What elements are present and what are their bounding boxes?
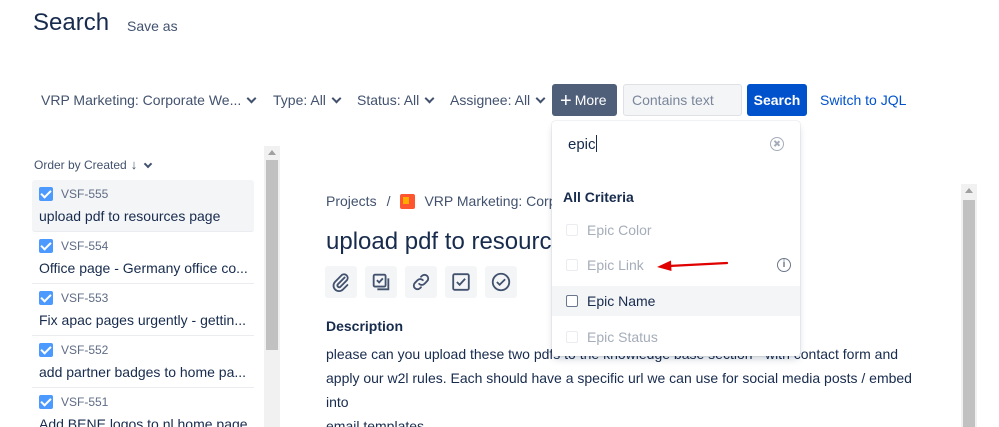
approve-button[interactable] — [485, 266, 517, 298]
scrollbar-thumb[interactable] — [266, 160, 278, 350]
chevron-down-icon — [246, 93, 257, 104]
option-checkbox[interactable] — [566, 259, 578, 271]
criteria-search-input[interactable]: epic — [568, 135, 768, 153]
link-icon — [412, 273, 430, 291]
add-checklist-button[interactable] — [445, 266, 477, 298]
issue-key: VSF-554 — [61, 239, 109, 253]
more-criteria-button[interactable]: + More — [552, 84, 617, 116]
scroll-up-arrow-icon[interactable] — [965, 188, 973, 193]
issue-key: VSF-553 — [61, 291, 109, 305]
checkbox-icon — [452, 273, 470, 291]
filter-bar: VRP Marketing: Corporate We... Type: All… — [0, 84, 999, 116]
task-type-icon — [39, 239, 53, 253]
type-filter[interactable]: Type: All — [273, 84, 342, 116]
criteria-option-epic-color[interactable]: Epic Color — [552, 215, 800, 245]
chevron-down-icon — [331, 93, 342, 104]
chevron-down-icon — [424, 93, 435, 104]
info-icon[interactable]: i — [777, 258, 791, 272]
criteria-dropdown: epic All Criteria Epic Color Epic Link i… — [552, 121, 800, 356]
issue-summary: add partner badges to home pa... — [39, 364, 247, 380]
issue-detail-scrollbar[interactable] — [961, 184, 977, 427]
page-title: Search — [33, 9, 110, 36]
option-checkbox[interactable] — [566, 224, 578, 236]
issue-list-item[interactable]: VSF-551 Add BENE logos to nl home page — [32, 388, 254, 427]
criteria-option-epic-name[interactable]: Epic Name — [552, 286, 800, 316]
arrow-down-icon: ↓ — [130, 157, 138, 172]
issue-key: VSF-555 — [61, 187, 109, 201]
check-circle-icon — [491, 272, 511, 292]
save-as-link[interactable]: Save as — [127, 18, 178, 34]
assignee-filter[interactable]: Assignee: All — [450, 84, 546, 116]
task-type-icon — [39, 343, 53, 357]
option-checkbox[interactable] — [566, 295, 578, 307]
description-label: Description — [326, 318, 404, 334]
issue-list-item[interactable]: VSF-554 Office page - Germany office co.… — [32, 232, 254, 284]
paperclip-icon — [332, 273, 349, 293]
issue-key: VSF-552 — [61, 343, 109, 357]
task-type-icon — [39, 187, 53, 201]
contains-text-input[interactable] — [623, 84, 742, 116]
attach-button[interactable] — [325, 266, 357, 298]
option-checkbox[interactable] — [566, 331, 578, 343]
clear-icon[interactable] — [770, 137, 784, 151]
issue-list-item[interactable]: VSF-555 upload pdf to resources page — [32, 180, 254, 232]
scroll-up-arrow-icon[interactable] — [268, 150, 276, 155]
task-type-icon — [39, 291, 53, 305]
project-avatar-icon — [400, 193, 416, 209]
annotation-arrow-icon — [657, 260, 729, 271]
text-caret — [595, 135, 597, 152]
issue-list-item[interactable]: VSF-552 add partner badges to home pa... — [32, 336, 254, 388]
criteria-heading: All Criteria — [563, 189, 634, 205]
issue-key: VSF-551 — [61, 395, 109, 409]
search-button[interactable]: Search — [747, 84, 807, 116]
breadcrumb-project-link[interactable]: VRP Marketing: Corpo — [424, 193, 564, 209]
subtask-icon — [372, 273, 390, 291]
scrollbar-thumb[interactable] — [963, 200, 975, 427]
issue-summary: Fix apac pages urgently - gettin... — [39, 312, 246, 328]
project-filter[interactable]: VRP Marketing: Corporate We... — [41, 84, 257, 116]
order-by-control[interactable]: Order by Created ↓ — [34, 157, 153, 172]
chevron-down-icon — [535, 93, 546, 104]
plus-icon: + — [560, 90, 572, 112]
criteria-option-epic-status[interactable]: Epic Status — [552, 322, 800, 352]
status-filter[interactable]: Status: All — [357, 84, 435, 116]
breadcrumb: Projects / VRP Marketing: Corpo — [326, 193, 564, 209]
issue-summary: upload pdf to resources page — [39, 208, 221, 224]
create-subtask-button[interactable] — [365, 266, 397, 298]
issue-summary: Office page - Germany office co... — [39, 260, 248, 276]
chevron-down-icon — [143, 159, 153, 169]
issue-actions — [325, 266, 525, 298]
task-type-icon — [39, 395, 53, 409]
breadcrumb-separator: / — [386, 193, 391, 209]
switch-to-jql-link[interactable]: Switch to JQL — [820, 84, 906, 116]
issue-list-item[interactable]: VSF-553 Fix apac pages urgently - gettin… — [32, 284, 254, 336]
link-issue-button[interactable] — [405, 266, 437, 298]
issue-title[interactable]: upload pdf to resourc — [326, 228, 551, 256]
issue-summary: Add BENE logos to nl home page — [39, 416, 248, 427]
issue-list: VSF-555 upload pdf to resources page VSF… — [32, 180, 254, 427]
breadcrumb-projects-link[interactable]: Projects — [326, 193, 377, 209]
issue-list-scrollbar[interactable] — [264, 146, 280, 427]
